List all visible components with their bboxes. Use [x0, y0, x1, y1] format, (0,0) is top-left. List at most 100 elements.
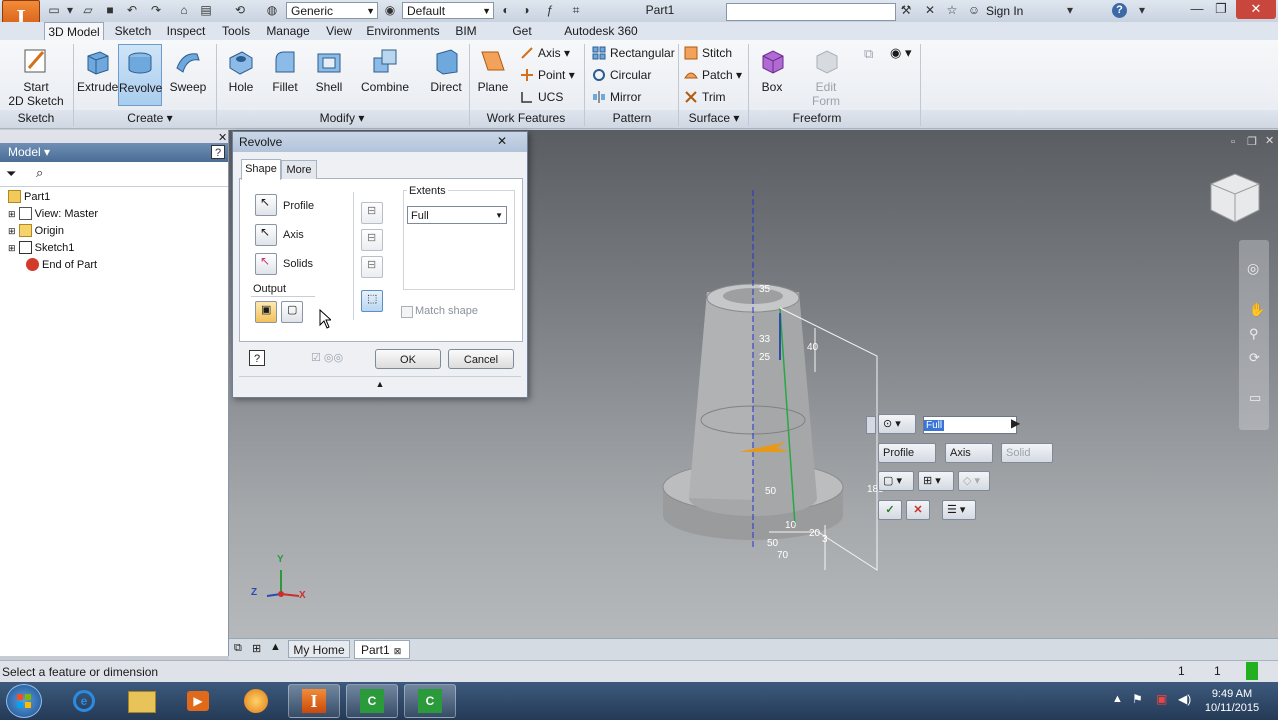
- tab-3d-model[interactable]: 3D Model: [44, 22, 104, 40]
- start-button[interactable]: [6, 684, 42, 718]
- redo-icon[interactable]: ↷: [148, 3, 164, 18]
- signin-dropdown-icon[interactable]: ▾: [1062, 3, 1078, 18]
- profile-select-button[interactable]: ↖: [255, 194, 277, 216]
- mini-toolbar-grip[interactable]: [866, 416, 876, 434]
- plane-button[interactable]: Plane: [472, 44, 514, 106]
- update-icon[interactable]: ⟲: [232, 3, 248, 18]
- dimension-label[interactable]: 33: [759, 334, 770, 345]
- help-icon[interactable]: ?: [1112, 3, 1127, 18]
- dimension-label[interactable]: 70: [777, 550, 788, 561]
- extents-select[interactable]: Full ▼: [407, 206, 507, 224]
- mirror-button[interactable]: Mirror: [592, 87, 641, 107]
- panel-surface-label[interactable]: Surface ▾: [680, 110, 748, 126]
- grid-icon[interactable]: ⌗: [568, 3, 584, 18]
- tile-icon[interactable]: ⊞: [252, 642, 261, 655]
- fx-icon[interactable]: ƒ: [542, 3, 558, 18]
- fillet-button[interactable]: Fillet: [264, 44, 306, 106]
- circular-pattern-button[interactable]: Circular: [592, 65, 651, 85]
- point-button[interactable]: Point ▾: [520, 65, 575, 85]
- volume-icon[interactable]: ◀): [1178, 692, 1191, 706]
- combine-button[interactable]: Combine: [358, 44, 412, 106]
- preview-icon[interactable]: ☑ ◎◎: [311, 351, 343, 364]
- taskbar-inventor[interactable]: I: [288, 684, 340, 718]
- tab-shape[interactable]: Shape: [241, 159, 281, 180]
- start-2d-sketch-button[interactable]: Start 2D Sketch: [6, 44, 66, 108]
- expand-icon[interactable]: ⊞: [8, 226, 16, 236]
- axis-select-button[interactable]: ↖: [255, 224, 277, 246]
- star-icon[interactable]: ☆: [944, 3, 960, 18]
- match-shape-checkbox[interactable]: [401, 306, 413, 318]
- system-clock[interactable]: 9:49 AM 10/11/2015: [1200, 687, 1264, 715]
- trim-button[interactable]: Trim: [684, 87, 726, 107]
- cut-button[interactable]: ⊟: [361, 229, 383, 251]
- dimension-label[interactable]: 25: [759, 352, 770, 363]
- new-dropdown-icon[interactable]: ▾: [62, 3, 78, 18]
- output-surface-button[interactable]: ▢: [281, 301, 303, 323]
- edit-form-button[interactable]: Edit Form: [804, 44, 848, 108]
- output-solid-button[interactable]: ▣: [255, 301, 277, 323]
- settings-dropdown-icon[interactable]: ◉ ▾: [890, 45, 920, 63]
- tab-tools[interactable]: Tools: [218, 22, 254, 40]
- axis-button[interactable]: Axis ▾: [520, 43, 570, 63]
- mini-ok-button[interactable]: ✓: [878, 500, 902, 520]
- stitch-button[interactable]: Stitch: [684, 43, 732, 63]
- mini-extent-input[interactable]: Full: [923, 416, 1017, 434]
- tree-item-view-master[interactable]: ⊞ View: Master: [8, 206, 98, 223]
- help-dropdown-icon[interactable]: ▾: [1134, 3, 1150, 18]
- mini-match-button[interactable]: ◇ ▾: [958, 471, 990, 491]
- tab-view[interactable]: View: [322, 22, 356, 40]
- material-combo[interactable]: Generic ▼: [286, 2, 378, 19]
- tree-item-sketch1[interactable]: ⊞ Sketch1: [8, 240, 74, 257]
- network-icon[interactable]: ▣: [1156, 692, 1167, 706]
- viewport-close-icon[interactable]: ✕: [1265, 134, 1274, 147]
- restore-icon[interactable]: ❐: [1206, 0, 1236, 19]
- tree-item-end-of-part[interactable]: End of Part: [26, 257, 97, 274]
- new-file-icon[interactable]: ▭: [46, 3, 62, 18]
- cascade-icon[interactable]: ⧉: [234, 642, 242, 655]
- home-icon[interactable]: ⌂: [176, 3, 192, 18]
- tree-item-origin[interactable]: ⊞ Origin: [8, 223, 64, 240]
- ok-button[interactable]: OK: [375, 349, 441, 369]
- tab-list-icon[interactable]: ▲: [270, 641, 281, 653]
- tab-bim[interactable]: BIM: [452, 22, 480, 40]
- mini-profile-button[interactable]: Profile: [878, 443, 936, 463]
- tab-autodesk-360[interactable]: Autodesk 360: [564, 22, 638, 40]
- taskbar-camtasia[interactable]: C: [346, 684, 398, 718]
- adjust-icon[interactable]: ◐: [498, 3, 514, 18]
- mini-cancel-button[interactable]: ✕: [906, 500, 930, 520]
- exchange-icon[interactable]: ✕: [922, 3, 938, 18]
- look-at-icon[interactable]: ▭: [1249, 390, 1261, 406]
- ucs-button[interactable]: UCS: [520, 87, 563, 107]
- direct-button[interactable]: Direct: [426, 44, 466, 106]
- doc-tab-part1[interactable]: Part1 ⊠: [354, 640, 410, 659]
- sweep-button[interactable]: Sweep: [166, 44, 210, 106]
- tree-item-part1[interactable]: Part1: [8, 189, 50, 206]
- dialog-close-icon[interactable]: ✕: [497, 134, 507, 148]
- mini-apply-arrow-icon[interactable]: ▶: [1011, 416, 1020, 430]
- taskbar-explorer[interactable]: [116, 684, 168, 718]
- dimension-label[interactable]: 20: [809, 528, 820, 539]
- extrude-button[interactable]: Extrude: [77, 44, 118, 106]
- taskbar-app[interactable]: [230, 684, 282, 718]
- rectangular-pattern-button[interactable]: Rectangular: [592, 43, 675, 63]
- join-button[interactable]: ⊟: [361, 202, 383, 224]
- tab-sketch[interactable]: Sketch: [112, 22, 154, 40]
- appearance-combo[interactable]: Default ▼: [402, 2, 494, 19]
- mini-axis-button[interactable]: Axis: [945, 443, 993, 463]
- panel-create-label[interactable]: Create ▾: [80, 110, 220, 126]
- viewport-minimize-icon[interactable]: ▫: [1231, 136, 1235, 148]
- mini-operation-button[interactable]: ⊞ ▾: [918, 471, 954, 491]
- dialog-title-bar[interactable]: Revolve: [233, 132, 527, 152]
- browser-help-icon[interactable]: ?: [211, 145, 225, 159]
- dialog-help-icon[interactable]: ?: [249, 350, 265, 366]
- model-browser-header[interactable]: Model ▾: [0, 143, 228, 162]
- action-center-icon[interactable]: ⚑: [1132, 692, 1143, 706]
- filter-icon[interactable]: ⏷: [6, 166, 16, 182]
- patch-button[interactable]: Patch ▾: [684, 65, 742, 85]
- orbit-icon[interactable]: ⟳: [1249, 350, 1260, 366]
- mini-extent-mode-button[interactable]: ⊙ ▾: [878, 414, 916, 434]
- taskbar-media-player[interactable]: ▶: [172, 684, 224, 718]
- mini-output-button[interactable]: ▢ ▾: [878, 471, 914, 491]
- signin-link[interactable]: Sign In: [986, 4, 1023, 18]
- solids-select-button[interactable]: ↖: [255, 253, 277, 275]
